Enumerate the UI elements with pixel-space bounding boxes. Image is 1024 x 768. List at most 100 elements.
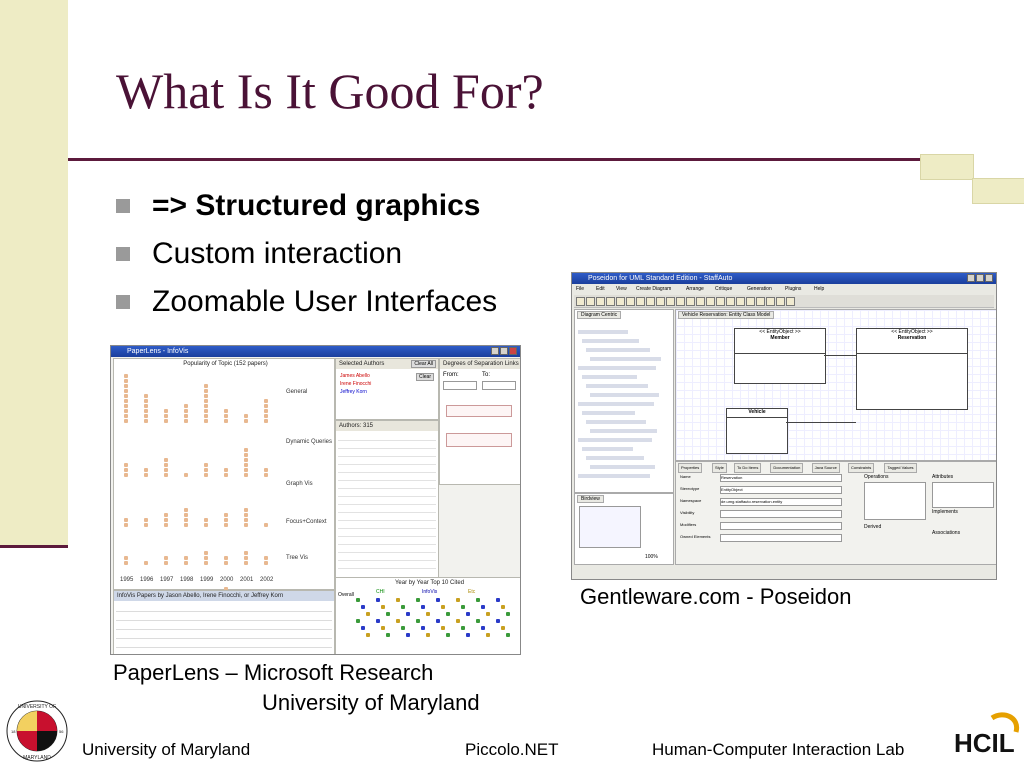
field-value[interactable]: EntityObject: [720, 486, 842, 494]
paper-dot[interactable]: [224, 561, 228, 565]
toolbar-button-icon[interactable]: [626, 297, 635, 306]
citation-square[interactable]: [416, 598, 420, 602]
field-value[interactable]: [720, 534, 842, 542]
menu-item[interactable]: Arrange: [686, 285, 704, 294]
birdview-thumbnail[interactable]: [579, 506, 641, 548]
paper-dot[interactable]: [264, 468, 268, 472]
paper-dot[interactable]: [124, 523, 128, 527]
toolbar-button-icon[interactable]: [596, 297, 605, 306]
paper-dot[interactable]: [204, 404, 208, 408]
paper-dot[interactable]: [204, 389, 208, 393]
citation-square[interactable]: [506, 633, 510, 637]
citation-square[interactable]: [496, 598, 500, 602]
authors-table[interactable]: [338, 434, 436, 584]
minimize-icon[interactable]: [967, 274, 975, 282]
paper-dot[interactable]: [204, 463, 208, 467]
toolbar-button-icon[interactable]: [766, 297, 775, 306]
toolbar-button-icon[interactable]: [716, 297, 725, 306]
paper-dot[interactable]: [124, 414, 128, 418]
paper-dot[interactable]: [164, 419, 168, 423]
citation-square[interactable]: [426, 633, 430, 637]
paper-dot[interactable]: [264, 473, 268, 477]
toolbar-button-icon[interactable]: [666, 297, 675, 306]
paper-dot[interactable]: [124, 389, 128, 393]
paper-dot[interactable]: [244, 463, 248, 467]
paper-dot[interactable]: [124, 468, 128, 472]
clear-button[interactable]: Clear: [416, 373, 434, 381]
author-row[interactable]: [338, 560, 436, 561]
paper-dot[interactable]: [124, 409, 128, 413]
toolbar-button-icon[interactable]: [576, 297, 585, 306]
paper-dot[interactable]: [184, 419, 188, 423]
paper-dot[interactable]: [184, 523, 188, 527]
toolbar-icons[interactable]: [576, 296, 796, 306]
toolbar-button-icon[interactable]: [686, 297, 695, 306]
citation-square[interactable]: [501, 605, 505, 609]
tree-node[interactable]: [578, 366, 656, 370]
paper-dot[interactable]: [204, 409, 208, 413]
paper-dot[interactable]: [184, 518, 188, 522]
paper-dot[interactable]: [144, 518, 148, 522]
paper-dot[interactable]: [144, 523, 148, 527]
properties-tab[interactable]: Constraints: [848, 463, 875, 473]
tree-node[interactable]: [578, 474, 650, 478]
author-row[interactable]: [338, 464, 436, 465]
menu-item[interactable]: View: [616, 285, 627, 294]
paper-dot[interactable]: [184, 409, 188, 413]
toolbar-button-icon[interactable]: [646, 297, 655, 306]
citation-square[interactable]: [501, 626, 505, 630]
field-value[interactable]: Reservation: [720, 474, 842, 482]
paper-dot[interactable]: [244, 473, 248, 477]
author-row[interactable]: [338, 544, 436, 545]
properties-tab[interactable]: Java Source: [811, 463, 840, 473]
citation-square[interactable]: [436, 598, 440, 602]
tree-node[interactable]: [578, 330, 628, 334]
author-row[interactable]: [338, 528, 436, 529]
toolbar-button-icon[interactable]: [676, 297, 685, 306]
paper-dot[interactable]: [124, 379, 128, 383]
class-box-reservation[interactable]: << EntityObject >> Reservation: [856, 328, 968, 410]
paper-dot[interactable]: [204, 561, 208, 565]
paper-dot[interactable]: [184, 561, 188, 565]
clear-all-button[interactable]: Clear All: [411, 360, 436, 368]
paper-dot[interactable]: [164, 518, 168, 522]
paper-dot[interactable]: [124, 374, 128, 378]
tree-node[interactable]: [578, 402, 654, 406]
paper-dot[interactable]: [204, 556, 208, 560]
paper-dot[interactable]: [164, 458, 168, 462]
association-line[interactable]: [824, 355, 856, 356]
paper-row[interactable]: [116, 638, 332, 639]
properties-tab[interactable]: Tagged Values: [884, 463, 917, 473]
topic-label[interactable]: Focus+Context: [286, 519, 327, 525]
paper-dot[interactable]: [244, 551, 248, 555]
paper-dot[interactable]: [164, 468, 168, 472]
tree-node[interactable]: [582, 375, 637, 379]
author-row[interactable]: [338, 488, 436, 489]
tree-node[interactable]: [582, 447, 633, 451]
paper-dot[interactable]: [264, 414, 268, 418]
citation-square[interactable]: [476, 598, 480, 602]
toolbar-button-icon[interactable]: [786, 297, 795, 306]
paper-dot[interactable]: [204, 399, 208, 403]
author-row[interactable]: [338, 448, 436, 449]
paper-dot[interactable]: [244, 419, 248, 423]
paper-dot[interactable]: [124, 473, 128, 477]
paper-dot[interactable]: [144, 409, 148, 413]
paper-dot[interactable]: [184, 556, 188, 560]
citation-square[interactable]: [421, 605, 425, 609]
paper-dot[interactable]: [144, 561, 148, 565]
citation-square[interactable]: [481, 605, 485, 609]
toolbar-button-icon[interactable]: [636, 297, 645, 306]
toolbar-button-icon[interactable]: [606, 297, 615, 306]
attributes-list[interactable]: [932, 482, 994, 508]
paper-dot[interactable]: [164, 463, 168, 467]
citation-square[interactable]: [361, 605, 365, 609]
toolbar-button-icon[interactable]: [746, 297, 755, 306]
toolbar-button-icon[interactable]: [616, 297, 625, 306]
citation-square[interactable]: [461, 626, 465, 630]
paper-dot[interactable]: [164, 473, 168, 477]
paper-dot[interactable]: [224, 473, 228, 477]
paper-dot[interactable]: [124, 384, 128, 388]
author-row[interactable]: [338, 480, 436, 481]
paper-dot[interactable]: [124, 404, 128, 408]
